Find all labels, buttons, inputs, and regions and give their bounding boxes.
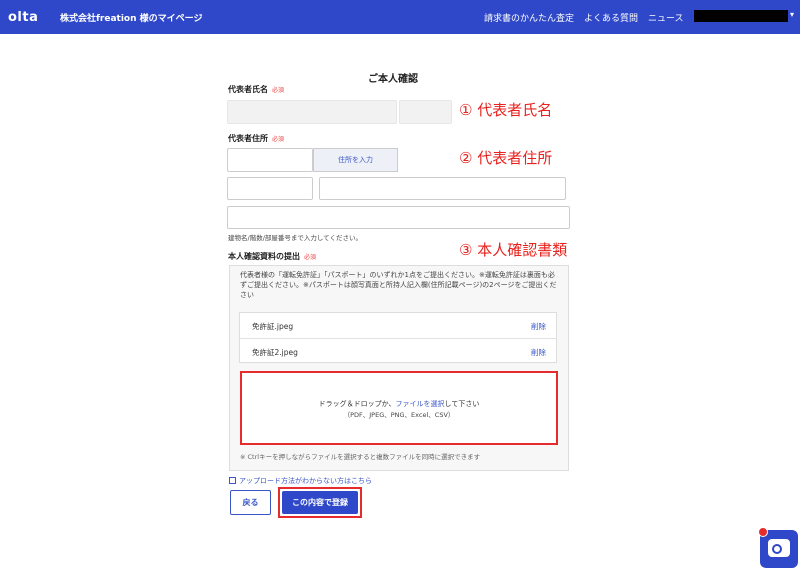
required-badge: 必須: [272, 136, 285, 143]
submit-highlight: この内容で登録: [278, 487, 362, 518]
building-input[interactable]: [227, 206, 570, 229]
nav-news[interactable]: ニュース: [648, 11, 684, 24]
rep-address-label-text: 代表者住所: [228, 134, 268, 143]
dropzone-prefix: ドラッグ＆ドロップか、: [318, 400, 396, 408]
upload-help-text[interactable]: アップロード方法がわからない方はこちら: [239, 477, 372, 485]
top-bar: olta 株式会社freation 様のマイページ 請求書のかんたん査定 よくあ…: [0, 0, 800, 34]
annotation-identity-docs: ③ 本人確認書類: [459, 241, 568, 259]
olta-logo[interactable]: olta: [8, 10, 38, 25]
file-name: 免許証.jpeg: [252, 322, 294, 331]
ctrl-key-hint: ※ Ctrlキーを押しながらファイルを選択すると複数ファイルを同時に選択できます: [240, 453, 481, 461]
user-menu[interactable]: [694, 10, 788, 22]
city-input[interactable]: [319, 177, 566, 200]
file-dropzone[interactable]: ドラッグ＆ドロップか、ファイルを選択して下さい （PDF、JPEG、PNG、Ex…: [240, 371, 558, 445]
file-row: 免許証.jpeg 削除: [240, 313, 556, 338]
document-icon: [229, 477, 236, 484]
rep-address-label: 代表者住所 必須: [228, 133, 284, 144]
nav-invoice-assessment[interactable]: 請求書のかんたん査定: [484, 11, 574, 24]
select-file-link[interactable]: ファイルを選択: [396, 400, 445, 408]
rep-first-name-input[interactable]: [399, 100, 452, 124]
chat-bubble-icon[interactable]: [768, 539, 790, 557]
nav-faq[interactable]: よくある質問: [584, 11, 638, 24]
dropzone-suffix: して下さい: [444, 400, 480, 408]
required-badge: 必須: [272, 87, 285, 94]
chevron-down-icon[interactable]: ▾: [790, 10, 794, 19]
site-title: 株式会社freation 様のマイページ: [60, 14, 203, 24]
notification-badge: [758, 527, 768, 537]
annotation-rep-address: ② 代表者住所: [459, 149, 553, 167]
delete-file-link[interactable]: 削除: [531, 347, 546, 358]
rep-last-name-input[interactable]: [227, 100, 397, 124]
prefecture-input[interactable]: [227, 177, 313, 200]
back-button[interactable]: 戻る: [230, 490, 271, 515]
dropzone-formats: （PDF、JPEG、PNG、Excel、CSV）: [343, 411, 455, 419]
file-row: 免許証2.jpeg 削除: [240, 339, 556, 364]
file-name: 免許証2.jpeg: [252, 348, 298, 357]
upload-instructions: 代表者様の「運転免許証」「パスポート」のいずれか1点をご提出ください。※運転免許…: [240, 271, 557, 299]
rep-name-label-text: 代表者氏名: [228, 85, 268, 94]
uploaded-file-list: 免許証.jpeg 削除 免許証2.jpeg 削除: [239, 312, 557, 363]
postal-code-input[interactable]: [227, 148, 313, 172]
annotation-rep-name: ① 代表者氏名: [459, 101, 553, 119]
building-hint: 建物名/階数/部屋番号まで入力してください。: [228, 234, 362, 242]
page-title: ご本人確認: [368, 74, 418, 85]
submit-button[interactable]: この内容で登録: [282, 491, 358, 514]
upload-help-link[interactable]: アップロード方法がわからない方はこちら: [229, 476, 372, 486]
delete-file-link[interactable]: 削除: [531, 321, 546, 332]
dropzone-text: ドラッグ＆ドロップか、ファイルを選択して下さい: [242, 399, 556, 409]
identity-docs-label: 本人確認資料の提出 必須: [228, 251, 316, 262]
required-badge: 必須: [304, 254, 317, 261]
identity-docs-label-text: 本人確認資料の提出: [228, 252, 300, 261]
address-lookup-button[interactable]: 住所を入力: [313, 148, 398, 172]
rep-name-label: 代表者氏名 必須: [228, 84, 284, 95]
